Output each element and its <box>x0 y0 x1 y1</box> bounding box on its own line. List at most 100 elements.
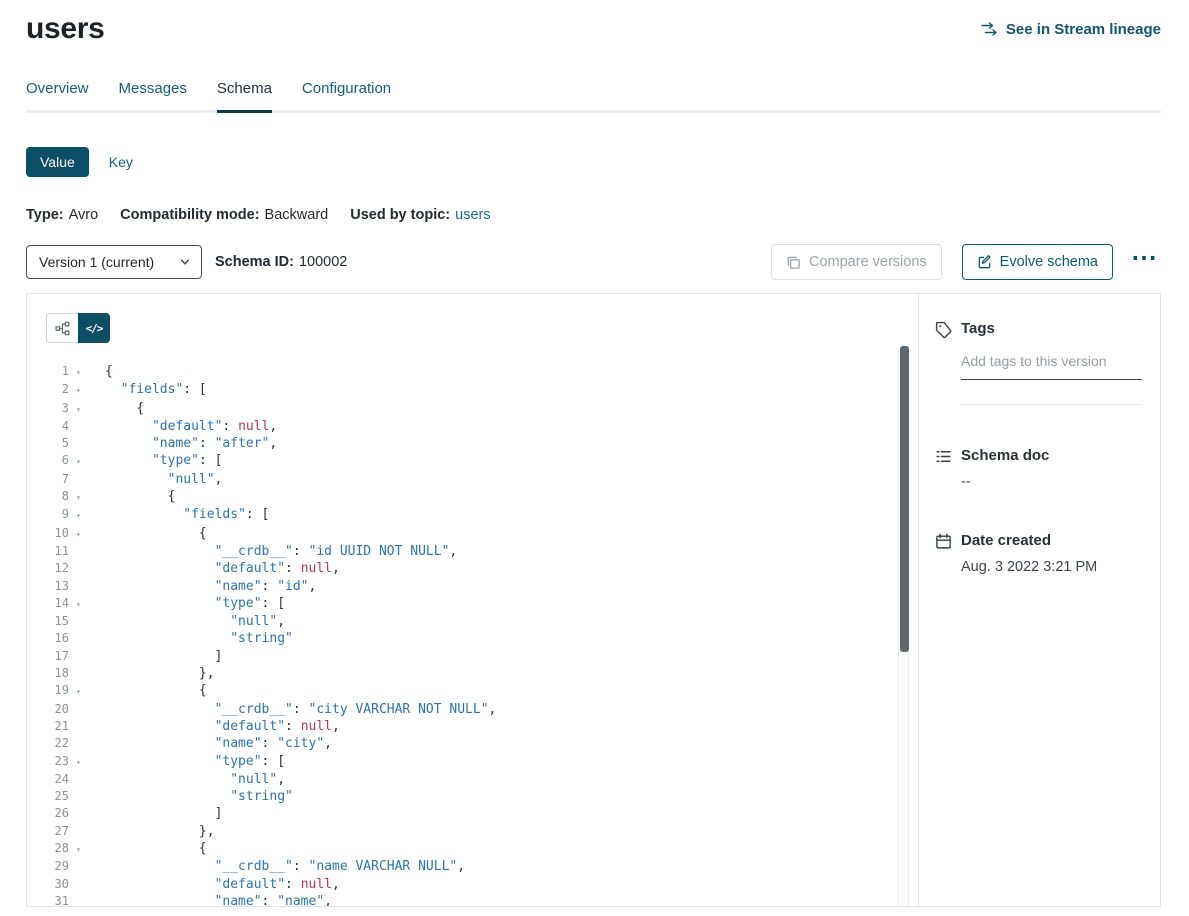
schema-doc-section: Schema doc -- <box>935 447 1142 490</box>
compare-versions-icon <box>786 255 801 270</box>
code-text: "null", <box>90 471 222 488</box>
code-line: 29 "__crdb__": "name VARCHAR NULL", <box>27 858 918 875</box>
value-toggle-button[interactable]: Value <box>26 147 89 177</box>
line-number: 30 <box>27 876 69 893</box>
compare-versions-button[interactable]: Compare versions <box>771 244 942 280</box>
line-number: 12 <box>27 560 69 577</box>
line-number: 7 <box>27 471 69 488</box>
compare-versions-label: Compare versions <box>809 254 927 270</box>
code-view-button[interactable]: </> <box>78 313 110 343</box>
tab-overview[interactable]: Overview <box>26 80 89 110</box>
scrollbar-thumb[interactable] <box>900 346 909 652</box>
tab-schema[interactable]: Schema <box>217 80 272 110</box>
code-text: "null", <box>90 613 285 630</box>
code-line: 13 "name": "id", <box>27 578 918 595</box>
fold-arrow-icon[interactable]: ▾ <box>76 382 90 399</box>
line-number: 21 <box>27 718 69 735</box>
date-created-title: Date created <box>961 532 1142 549</box>
code-line: 9▾ "fields": [ <box>27 506 918 524</box>
code-line: 14▾ "type": [ <box>27 595 918 613</box>
line-number: 4 <box>27 418 69 435</box>
code-text: }, <box>90 823 215 840</box>
code-text: "name": "id", <box>90 578 316 595</box>
code-line: 19 ▾ { <box>27 682 918 700</box>
line-number: 10 <box>27 525 69 542</box>
fold-arrow-icon[interactable]: ▾ <box>76 401 90 418</box>
fold-arrow-icon[interactable]: ▾ <box>76 507 90 524</box>
code-text: { <box>90 682 207 699</box>
code-text: "string" <box>90 788 293 805</box>
code-line: 20 "__crdb__": "city VARCHAR NOT NULL", <box>27 701 918 718</box>
code-line: 11 "__crdb__": "id UUID NOT NULL", <box>27 543 918 560</box>
tags-title: Tags <box>961 320 1142 337</box>
line-number: 29 <box>27 858 69 875</box>
code-text: { <box>90 400 144 417</box>
topic-link[interactable]: users <box>455 207 490 223</box>
fold-arrow-icon[interactable]: ▾ <box>76 841 90 858</box>
schema-doc-value: -- <box>961 474 1142 490</box>
fold-arrow-icon[interactable]: ▾ <box>76 754 90 771</box>
version-select[interactable]: Version 1 (current) <box>26 245 202 279</box>
code-text: "default": null, <box>90 560 340 577</box>
schema-doc-title: Schema doc <box>961 447 1142 464</box>
tree-view-button[interactable] <box>46 313 78 343</box>
code-text: "name": "name", <box>90 893 332 906</box>
topbar: users See in Stream lineage <box>26 0 1161 46</box>
tab-messages[interactable]: Messages <box>119 80 187 110</box>
fold-arrow-icon[interactable]: ▾ <box>76 683 90 700</box>
key-toggle-button[interactable]: Key <box>99 147 143 177</box>
line-number: 28 <box>27 840 69 857</box>
evolve-schema-button[interactable]: Evolve schema <box>962 244 1113 280</box>
line-number: 5 <box>27 435 69 452</box>
code-text: ] <box>90 805 222 822</box>
code-text: "__crdb__": "city VARCHAR NOT NULL", <box>90 701 496 718</box>
version-select-value: Version 1 (current) <box>39 254 154 270</box>
schema-meta-row: Type:Avro Compatibility mode:Backward Us… <box>26 207 1161 223</box>
code-line: 5 "name": "after", <box>27 435 918 452</box>
code-text: "__crdb__": "name VARCHAR NULL", <box>90 858 465 875</box>
code-text: { <box>90 363 113 380</box>
schema-page: users See in Stream lineage Overview Mes… <box>0 0 1189 916</box>
line-number: 31 <box>27 893 69 906</box>
code-line: 22 "name": "city", <box>27 735 918 752</box>
code-text: "__crdb__": "id UUID NOT NULL", <box>90 543 457 560</box>
line-number: 13 <box>27 578 69 595</box>
more-options-button[interactable]: ⋯ <box>1127 250 1161 274</box>
code-line: 16 "string" <box>27 630 918 647</box>
tags-input[interactable] <box>961 344 1142 380</box>
compatibility-label: Compatibility mode: <box>120 207 259 223</box>
type-label: Type: <box>26 207 64 223</box>
line-number: 22 <box>27 735 69 752</box>
code-line: 8▾ { <box>27 488 918 506</box>
code-text: "fields": [ <box>90 381 207 398</box>
line-number: 19 <box>27 682 69 699</box>
code-line: 1▾{ <box>27 363 918 381</box>
code-text: "type": [ <box>90 452 222 469</box>
code-text: }, <box>90 665 215 682</box>
line-number: 26 <box>27 805 69 822</box>
schema-id-label: Schema ID: <box>215 254 294 270</box>
fold-arrow-icon[interactable]: ▾ <box>76 526 90 543</box>
fold-arrow-icon[interactable]: ▾ <box>76 596 90 613</box>
code-line: 28▾ { <box>27 840 918 858</box>
fold-arrow-icon[interactable]: ▾ <box>76 489 90 506</box>
code-text: "type": [ <box>90 753 285 770</box>
tab-configuration[interactable]: Configuration <box>302 80 391 110</box>
value-key-toggle: Value Key <box>26 147 1161 177</box>
line-number: 2 <box>27 381 69 398</box>
schema-code-editor: </> 1▾{2▾ "fields": [3▾ {4 "default": nu… <box>27 294 919 906</box>
stream-lineage-link[interactable]: See in Stream lineage <box>981 21 1161 38</box>
editor-scrollbar <box>898 346 909 906</box>
fold-arrow-icon[interactable]: ▾ <box>76 364 90 381</box>
code-line: 23▾ "type": [ <box>27 753 918 771</box>
tree-view-icon <box>55 321 70 336</box>
code-view-icon: </> <box>86 322 103 335</box>
schema-sidebar: Tags Schema doc -- Date created Aug. 3 2… <box>919 294 1160 906</box>
evolve-schema-icon <box>977 255 992 270</box>
code-text: ] <box>90 648 222 665</box>
schema-id-group: Schema ID:100002 <box>215 254 347 270</box>
page-title: users <box>26 12 105 46</box>
stream-lineage-icon <box>981 21 997 37</box>
code-text: "type": [ <box>90 595 285 612</box>
fold-arrow-icon[interactable]: ▾ <box>76 453 90 470</box>
